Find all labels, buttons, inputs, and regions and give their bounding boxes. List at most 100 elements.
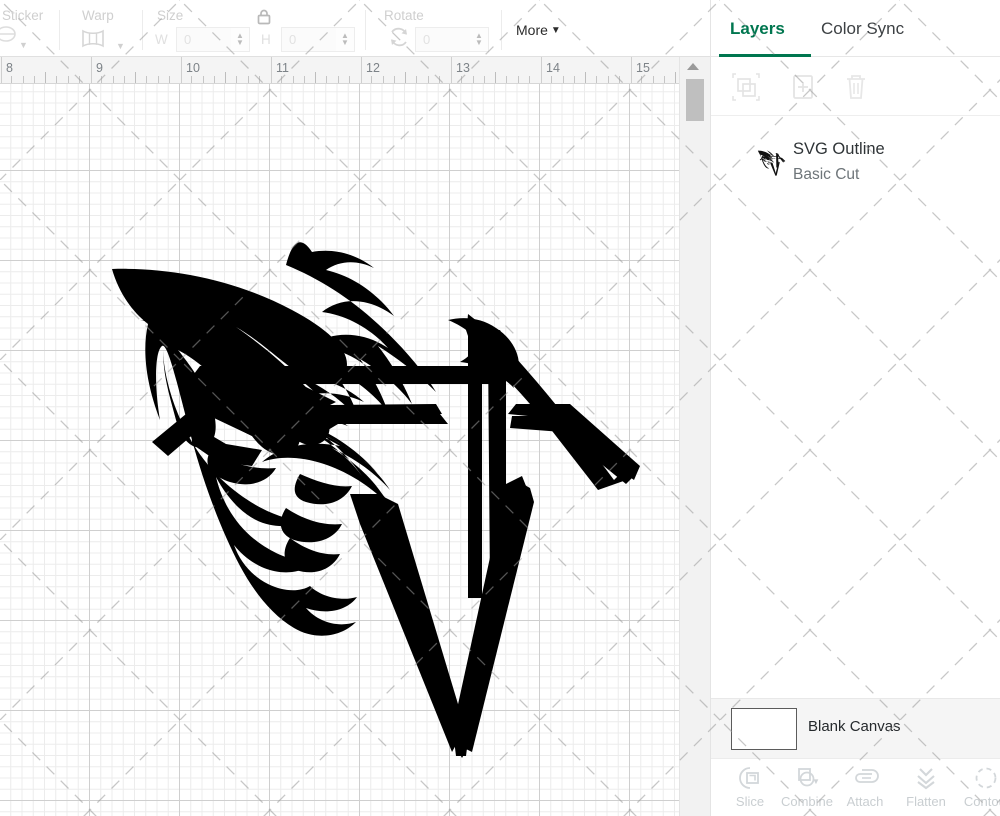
- ruler-minor-tick: [203, 76, 204, 83]
- group-icon[interactable]: [729, 70, 763, 104]
- ruler-major-tick: [1, 57, 2, 83]
- layer-operations-toolbar: Slice Combine ▼ Attach Flatten Conto: [711, 758, 1000, 816]
- svg-outline-artwork[interactable]: [0, 84, 692, 816]
- warp-icon[interactable]: [80, 28, 110, 55]
- toolbar-divider: [59, 10, 60, 50]
- rotate-icon[interactable]: [386, 26, 412, 55]
- layer-info: SVG Outline Basic Cut: [793, 137, 885, 187]
- attach-button[interactable]: Attach: [834, 763, 896, 809]
- ruler-minor-tick: [506, 76, 507, 83]
- canvas-color-swatch[interactable]: [731, 708, 797, 750]
- caret-up-icon[interactable]: [687, 63, 699, 70]
- ruler-minor-tick: [596, 76, 597, 83]
- ruler-minor-tick: [225, 72, 226, 83]
- contour-button[interactable]: Contour: [956, 763, 1000, 809]
- ruler-minor-tick: [473, 76, 474, 83]
- ruler-major-tick: [271, 57, 272, 83]
- flatten-button[interactable]: Flatten: [895, 763, 957, 809]
- layer-name: SVG Outline: [793, 140, 885, 158]
- attach-icon: [834, 763, 896, 793]
- panel-tab-bar: Layers Color Sync: [711, 0, 1000, 57]
- layer-action-bar: [711, 58, 1000, 116]
- flatten-label: Flatten: [906, 794, 946, 809]
- ruler-major-tick: [361, 57, 362, 83]
- ruler-minor-tick: [383, 76, 384, 83]
- ruler-minor-tick: [101, 76, 102, 83]
- slice-button[interactable]: Slice: [719, 763, 781, 809]
- flatten-icon: [895, 763, 957, 793]
- ruler-minor-tick: [56, 76, 57, 83]
- tab-layers[interactable]: Layers: [730, 19, 785, 39]
- warp-caret-icon[interactable]: ▼: [116, 42, 125, 51]
- duplicate-icon[interactable]: [786, 70, 820, 104]
- slice-label: Slice: [735, 794, 765, 809]
- more-button[interactable]: More ▼: [516, 22, 561, 38]
- ruler-minor-tick: [11, 76, 12, 83]
- ruler-minor-tick: [248, 76, 249, 83]
- slice-icon: [719, 763, 781, 793]
- ruler-minor-tick: [484, 76, 485, 83]
- ruler-tick-label: 10: [186, 61, 200, 75]
- width-axis-label: W: [155, 32, 168, 47]
- ruler-minor-tick: [664, 76, 665, 83]
- stepper-down-icon[interactable]: ▼: [236, 38, 244, 47]
- width-stepper[interactable]: ▲ ▼: [231, 27, 250, 52]
- warp-group-label: Warp: [82, 8, 114, 23]
- ruler-minor-tick: [653, 76, 654, 83]
- vertical-scrollbar[interactable]: [679, 57, 710, 816]
- combine-button[interactable]: Combine: [776, 763, 838, 809]
- ruler-minor-tick: [191, 76, 192, 83]
- ruler-minor-tick: [158, 76, 159, 83]
- height-stepper[interactable]: ▲ ▼: [336, 27, 355, 52]
- design-canvas[interactable]: [0, 84, 692, 816]
- ruler-major-tick: [451, 57, 452, 83]
- ruler-minor-tick: [281, 76, 282, 83]
- ruler-minor-tick: [68, 76, 69, 83]
- stepper-down-icon[interactable]: ▼: [475, 38, 483, 47]
- vertical-scroll-thumb[interactable]: [686, 79, 704, 121]
- toolbar-divider: [142, 10, 143, 50]
- ruler-minor-tick: [518, 76, 519, 83]
- combine-caret-icon[interactable]: ▼: [812, 777, 820, 786]
- width-input[interactable]: 0: [176, 27, 232, 52]
- rotate-stepper[interactable]: ▲ ▼: [470, 27, 489, 52]
- ruler-minor-tick: [113, 76, 114, 83]
- chevron-down-icon: ▼: [550, 24, 561, 36]
- stepper-down-icon[interactable]: ▼: [341, 38, 349, 47]
- horizontal-ruler[interactable]: 8 9 10 11 12 13 14 15: [0, 57, 710, 84]
- list-item[interactable]: SVG Outline Basic Cut: [711, 133, 1000, 187]
- contour-icon: [956, 763, 1000, 793]
- attach-label: Attach: [846, 794, 884, 809]
- ruler-minor-tick: [23, 76, 24, 83]
- ruler-tick-label: 12: [366, 61, 380, 75]
- size-group-label: Size: [157, 8, 184, 23]
- height-axis-label: H: [261, 32, 271, 47]
- design-space-window: Sticker ▼ Warp ▼ Size W 0 ▲ ▼ H 0 ▲ ▼ Ro…: [0, 0, 1000, 816]
- ruler-major-tick: [91, 57, 92, 83]
- toolbar-divider: [501, 10, 502, 50]
- height-input[interactable]: 0: [281, 27, 337, 52]
- ruler-minor-tick: [34, 76, 35, 83]
- rotate-input[interactable]: 0: [415, 27, 471, 52]
- combine-icon: [776, 763, 838, 793]
- ruler-minor-tick: [619, 76, 620, 83]
- ruler-minor-tick: [585, 72, 586, 83]
- delete-icon[interactable]: [839, 70, 873, 104]
- tribal-flame-t-logo: [112, 242, 640, 758]
- blank-canvas-label: Blank Canvas: [808, 718, 901, 735]
- sticker-caret-icon[interactable]: ▼: [19, 41, 28, 50]
- ruler-major-tick: [181, 57, 182, 83]
- blank-canvas-row[interactable]: Blank Canvas: [711, 698, 1000, 758]
- ruler-tick-label: 9: [96, 61, 103, 75]
- tab-color-sync[interactable]: Color Sync: [821, 19, 904, 39]
- ruler-minor-tick: [236, 76, 237, 83]
- ruler-minor-tick: [214, 76, 215, 83]
- layer-operation: Basic Cut: [793, 166, 860, 183]
- lock-icon[interactable]: [255, 8, 273, 31]
- ruler-minor-tick: [461, 76, 462, 83]
- ruler-tick-label: 13: [456, 61, 470, 75]
- sticker-group-label: Sticker: [2, 8, 44, 23]
- ruler-minor-tick: [563, 76, 564, 83]
- ruler-minor-tick: [349, 76, 350, 83]
- ruler-minor-tick: [428, 76, 429, 83]
